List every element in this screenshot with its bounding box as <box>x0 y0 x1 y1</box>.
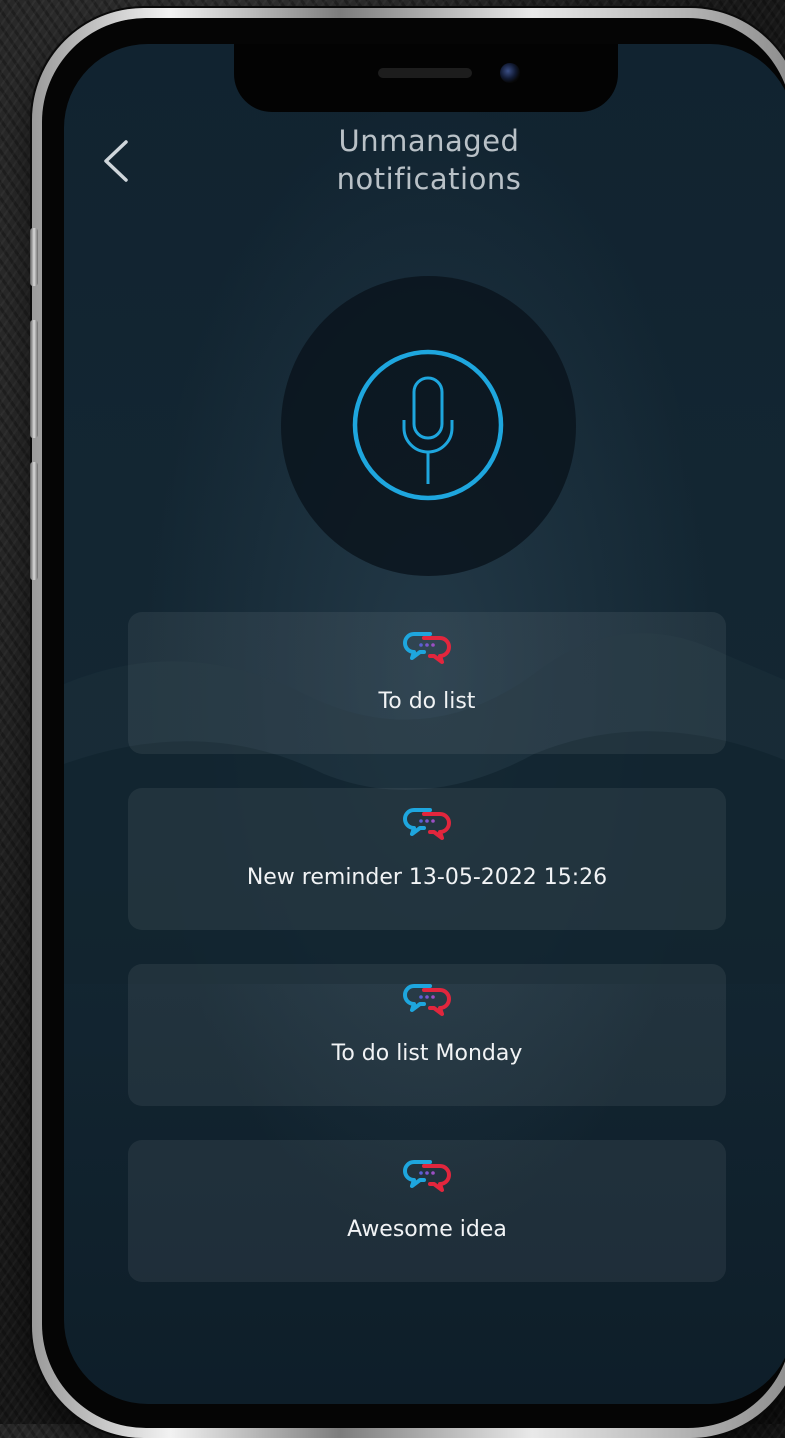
notification-card[interactable]: To do list Monday <box>128 964 726 1106</box>
notification-list: To do list New reminder 13-05-2022 15:26… <box>128 612 726 1316</box>
mic-backdrop <box>281 276 576 576</box>
notification-card[interactable]: To do list <box>128 612 726 754</box>
camera-notch <box>234 44 618 112</box>
volume-down-button <box>30 462 38 580</box>
mute-switch <box>30 228 38 286</box>
page-title-line1: Unmanaged <box>338 124 520 158</box>
back-button[interactable] <box>94 136 138 186</box>
record-button[interactable] <box>351 348 505 502</box>
notification-card[interactable]: Awesome idea <box>128 1140 726 1282</box>
notification-label: New reminder 13-05-2022 15:26 <box>246 865 608 890</box>
page-title: Unmanaged notifications <box>304 122 554 198</box>
page-title-line2: notifications <box>336 162 522 196</box>
notification-card[interactable]: New reminder 13-05-2022 15:26 <box>128 788 726 930</box>
speaker-grille <box>378 68 472 78</box>
front-camera <box>500 63 520 83</box>
microphone-icon <box>352 349 504 501</box>
notification-label: Awesome idea <box>347 1217 507 1242</box>
app-screen: Unmanaged notifications To do list New r… <box>64 44 785 1404</box>
chat-bubble-icon <box>403 632 451 664</box>
volume-up-button <box>30 320 38 438</box>
notification-label: To do list <box>378 689 476 714</box>
chat-bubble-icon <box>403 984 451 1016</box>
chat-bubble-icon <box>403 1160 451 1192</box>
chat-bubble-icon <box>403 808 451 840</box>
chevron-left-icon <box>104 140 128 182</box>
notification-label: To do list Monday <box>331 1041 523 1066</box>
